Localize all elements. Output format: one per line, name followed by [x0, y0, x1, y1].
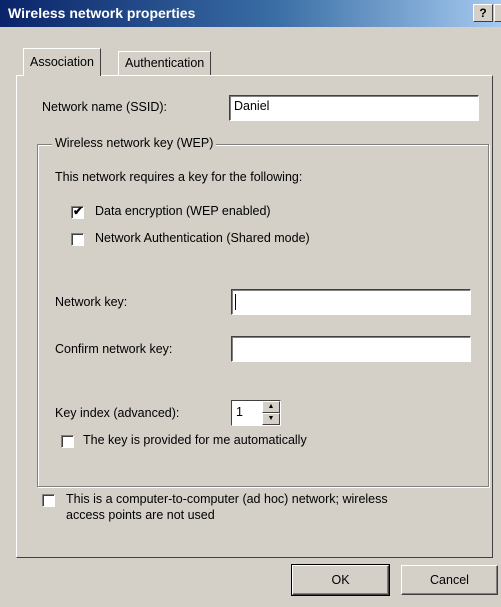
network-key-label: Network key:	[55, 295, 128, 309]
arrow-up-icon: ▲	[267, 403, 275, 410]
network-auth-checkbox[interactable]	[71, 233, 84, 246]
key-index-label: Key index (advanced):	[55, 406, 180, 420]
close-button[interactable]	[494, 4, 501, 22]
dialog-window: Wireless network properties ? Associatio…	[0, 0, 501, 607]
key-index-spinner[interactable]: 1 ▲ ▼	[231, 400, 281, 426]
checkmark-icon: ✔	[73, 204, 84, 218]
network-auth-label[interactable]: Network Authentication (Shared mode)	[95, 231, 310, 245]
wep-key-group: Wireless network key (WEP) This network …	[37, 136, 489, 487]
title-bar[interactable]: Wireless network properties ?	[0, 0, 501, 27]
adhoc-checkbox[interactable]	[42, 494, 55, 507]
association-panel: Network name (SSID): Daniel Wireless net…	[16, 75, 493, 558]
adhoc-label-line1[interactable]: This is a computer-to-computer (ad hoc) …	[66, 492, 388, 506]
arrow-down-icon: ▼	[267, 415, 275, 422]
network-key-input[interactable]	[231, 289, 471, 315]
data-encryption-checkbox[interactable]: ✔	[71, 204, 84, 219]
auto-key-label[interactable]: The key is provided for me automatically	[83, 433, 307, 447]
key-index-value: 1	[236, 405, 243, 419]
requires-key-text: This network requires a key for the foll…	[55, 170, 303, 184]
ssid-value: Daniel	[234, 99, 270, 113]
spin-up-button[interactable]: ▲	[262, 401, 280, 413]
ok-button[interactable]: OK	[291, 564, 390, 596]
ssid-label: Network name (SSID):	[42, 100, 168, 114]
auto-key-checkbox[interactable]	[61, 435, 74, 448]
confirm-key-input[interactable]	[231, 336, 471, 362]
cancel-button[interactable]: Cancel	[401, 565, 498, 595]
wep-group-title: Wireless network key (WEP)	[52, 136, 217, 150]
data-encryption-label[interactable]: Data encryption (WEP enabled)	[95, 204, 271, 218]
spin-down-button[interactable]: ▼	[262, 413, 280, 425]
ssid-input[interactable]: Daniel	[229, 95, 479, 121]
tab-authentication[interactable]: Authentication	[118, 51, 212, 76]
text-caret	[235, 294, 236, 310]
help-button[interactable]: ?	[473, 4, 493, 22]
confirm-key-label: Confirm network key:	[55, 342, 173, 356]
adhoc-label-line2[interactable]: access points are not used	[66, 508, 215, 522]
window-title: Wireless network properties	[8, 5, 196, 21]
tab-association[interactable]: Association	[23, 48, 101, 76]
